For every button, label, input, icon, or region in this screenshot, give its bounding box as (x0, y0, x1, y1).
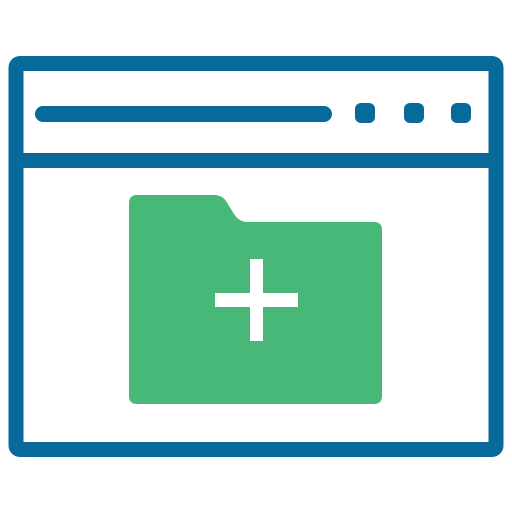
browser-window-graphic (8, 56, 504, 457)
browser-header-divider (16, 153, 496, 168)
window-dot-3 (451, 103, 471, 123)
browser-new-folder-icon (0, 0, 512, 512)
address-bar (35, 106, 332, 122)
window-dot-2 (404, 103, 424, 123)
window-dot-1 (355, 103, 375, 123)
